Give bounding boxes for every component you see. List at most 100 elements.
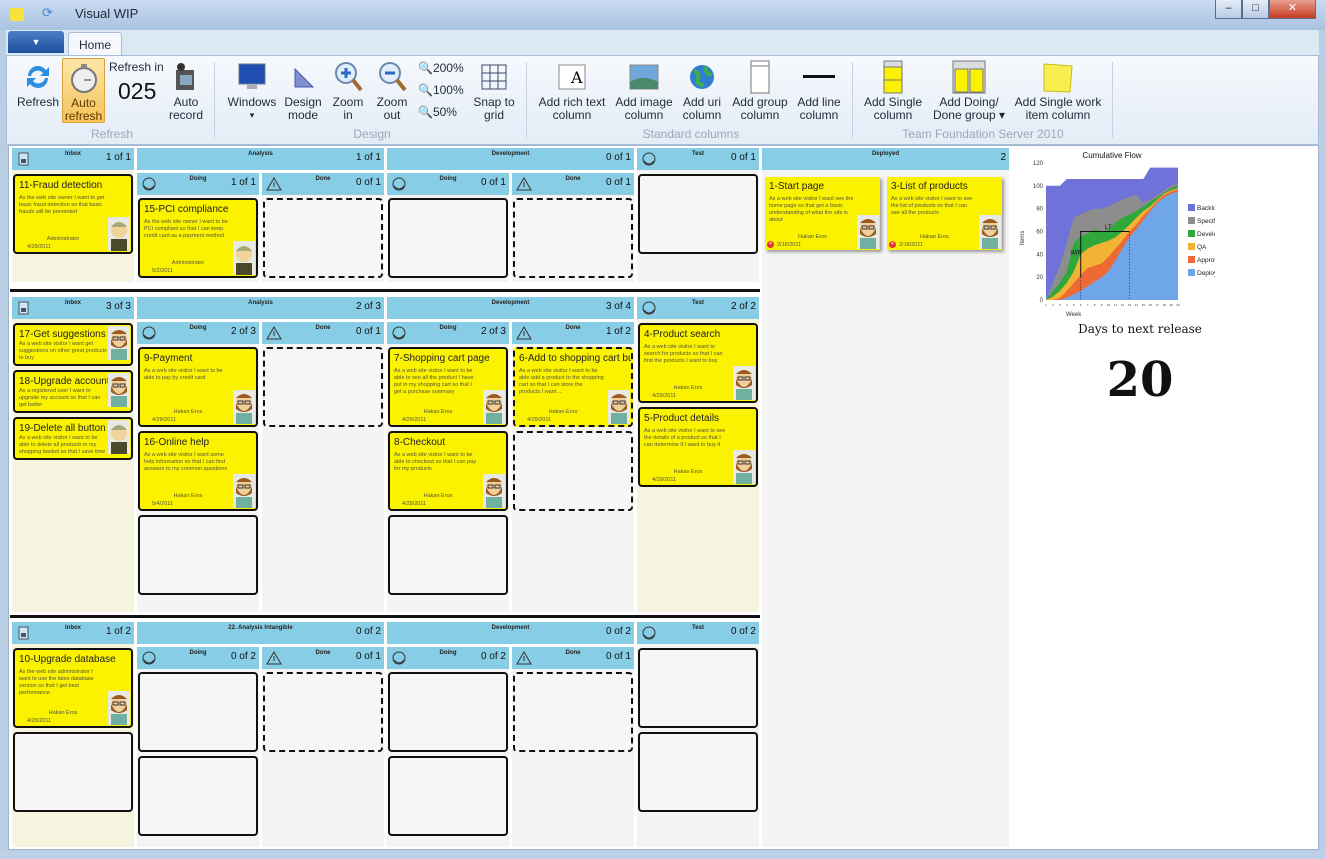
design-mode-button[interactable]: Design mode [282, 58, 324, 122]
work-item-card[interactable]: 15-PCI complianceAs the web site owner I… [138, 198, 258, 278]
empty-slot [388, 756, 508, 836]
globe-icon [678, 58, 726, 96]
maximize-button[interactable]: □ [1242, 0, 1269, 19]
work-item-card[interactable]: 18-Upgrade accountAs a registered user I… [13, 370, 133, 413]
column-header: Analysis2 of 3 [137, 297, 384, 319]
separator [852, 62, 853, 138]
card-author: Hakan Eros [887, 234, 982, 240]
add-image-column-button[interactable]: Add image column [612, 58, 676, 122]
empty-slot [138, 756, 258, 836]
standard-columns-group-label: Standard columns [620, 127, 762, 141]
zoom-100-button[interactable]: 🔍100% [418, 83, 464, 97]
zoom-50-button[interactable]: 🔍50% [418, 105, 457, 119]
refresh-icon [16, 58, 60, 96]
work-item-card[interactable]: 17-Get suggestionsAs a web site visitor … [13, 323, 133, 366]
windows-dropdown[interactable]: Windows ▾ [224, 58, 280, 122]
card-description: As a web site visitor I want to be able … [19, 435, 109, 456]
auto-record-button[interactable]: Auto record [166, 58, 206, 122]
stopwatch-icon [63, 59, 104, 97]
add-single-column-button[interactable]: Add Single column [862, 58, 924, 122]
empty-slot [513, 431, 633, 511]
wip-count: 2 of 2 [731, 301, 756, 312]
work-item-card[interactable]: 16-Online helpAs a web site visitor I wa… [138, 431, 258, 511]
card-description: As a registered user I want to upgrade m… [19, 388, 109, 409]
card-date: 2/18/2011 [777, 242, 801, 248]
snap-to-grid-button[interactable]: Snap to grid [470, 58, 518, 122]
work-item-card[interactable]: 4-Product searchAs a web site visitor I … [638, 323, 758, 403]
work-item-card[interactable]: 7-Shopping cart pageAs a web site visito… [388, 347, 508, 427]
quick-refresh-icon[interactable]: ⟳ [42, 5, 56, 18]
days-to-release-label: Days to next release [1040, 322, 1240, 336]
work-item-card[interactable]: 5-Product detailsAs a web site visitor I… [638, 407, 758, 487]
legend-swatch [1188, 269, 1195, 276]
design-mode-label: Design mode [282, 96, 324, 122]
magnifier-icon: 🔍 [418, 105, 433, 119]
column-header: Doing1 of 1 [137, 173, 259, 195]
card-date: 2/18/2011 [899, 242, 923, 248]
column-header: Doing0 of 2 [137, 647, 259, 669]
add-single-work-item-column-button[interactable]: Add Single work item column [1012, 58, 1104, 122]
work-item-card[interactable]: 8-CheckoutAs a web site visitor I want t… [388, 431, 508, 511]
y-tick-label: 0 [1040, 298, 1044, 304]
work-item-card[interactable]: 10-Upgrade databaseAs the web site admin… [13, 648, 133, 728]
add-rich-text-column-button[interactable]: A Add rich text column [535, 58, 609, 122]
y-axis-label: Items [1020, 231, 1026, 246]
legend-label: QA [1197, 244, 1207, 251]
card-date: 4/29/2011 [402, 501, 426, 507]
wip-count: 3 of 3 [106, 301, 131, 312]
close-button[interactable]: ✕ [1269, 0, 1316, 19]
card-title: 4-Product search [644, 329, 720, 340]
empty-slot [13, 732, 133, 812]
card-description: As the web site owner I want to get basi… [19, 195, 105, 216]
wip-count: 0 of 2 [731, 626, 756, 637]
column-header: Test2 of 2 [637, 297, 759, 319]
add-group-column-button[interactable]: Add group column [728, 58, 792, 122]
avatar-icon [857, 215, 879, 249]
x-tick-label: 17 [1155, 303, 1159, 307]
x-tick-label: 11 [1114, 303, 1117, 307]
x-tick-label: 8 [1094, 303, 1096, 307]
add-line-column-button[interactable]: Add line column [794, 58, 844, 122]
x-tick-label: 13 [1128, 303, 1132, 307]
avatar-icon [108, 420, 130, 454]
dropdown-arrow-icon: ▾ [224, 109, 280, 122]
svg-text:A: A [570, 68, 583, 87]
work-item-card[interactable]: 11-Fraud detectionAs the web site owner … [13, 174, 133, 254]
empty-slot [513, 198, 633, 278]
add-uri-column-button[interactable]: Add uri column [678, 58, 726, 122]
refresh-button[interactable]: Refresh [16, 58, 60, 109]
work-item-card[interactable]: 3-List of productsAs a web site visitor … [887, 177, 1002, 250]
work-item-card[interactable]: 1-Start pageAs a web site visitor I want… [765, 177, 880, 250]
avatar-icon [108, 373, 130, 407]
work-item-card[interactable]: 9-PaymentAs a web site visitor I want to… [138, 347, 258, 427]
column-header: Inbox1 of 2 [12, 622, 134, 644]
work-item-card[interactable]: 19-Delete all buttonAs a web site visito… [13, 417, 133, 460]
tab-home[interactable]: Home [68, 32, 122, 57]
application-menu-button[interactable]: ▼ [8, 31, 64, 53]
add-doing-done-group-dropdown[interactable]: Add Doing/ Done group ▾ [928, 58, 1010, 122]
column-header: Done0 of 1 [262, 647, 384, 669]
avatar-icon [608, 390, 630, 424]
windows-label: Windows [224, 96, 280, 109]
wip-count: 2 of 3 [356, 301, 381, 312]
legend-swatch [1188, 243, 1195, 250]
refresh-group-label: Refresh [62, 127, 162, 141]
refresh-in-label: Refresh in [109, 60, 164, 74]
x-tick-label: 6 [1080, 303, 1082, 307]
wip-annotation: WIP [1070, 250, 1081, 256]
column-header: Analysis1 of 1 [137, 148, 384, 170]
zoom-in-button[interactable]: Zoom in [328, 58, 368, 122]
work-item-card[interactable]: 6-Add to shopping cart buttonAs a web si… [513, 347, 633, 427]
column-header: Development0 of 1 [387, 148, 634, 170]
card-title: 8-Checkout [394, 437, 445, 448]
minimize-button[interactable]: – [1215, 0, 1242, 19]
zoom-200-button[interactable]: 🔍200% [418, 61, 464, 75]
video-camera-icon [166, 58, 206, 96]
wip-count: 0 of 1 [606, 651, 631, 662]
empty-slot [138, 672, 258, 752]
card-date: 4/29/2011 [152, 417, 176, 423]
card-author: Hakan Eros [390, 493, 486, 499]
legend-swatch [1188, 217, 1195, 224]
zoom-out-button[interactable]: Zoom out [372, 58, 412, 122]
auto-refresh-button[interactable]: Auto refresh [62, 58, 105, 123]
